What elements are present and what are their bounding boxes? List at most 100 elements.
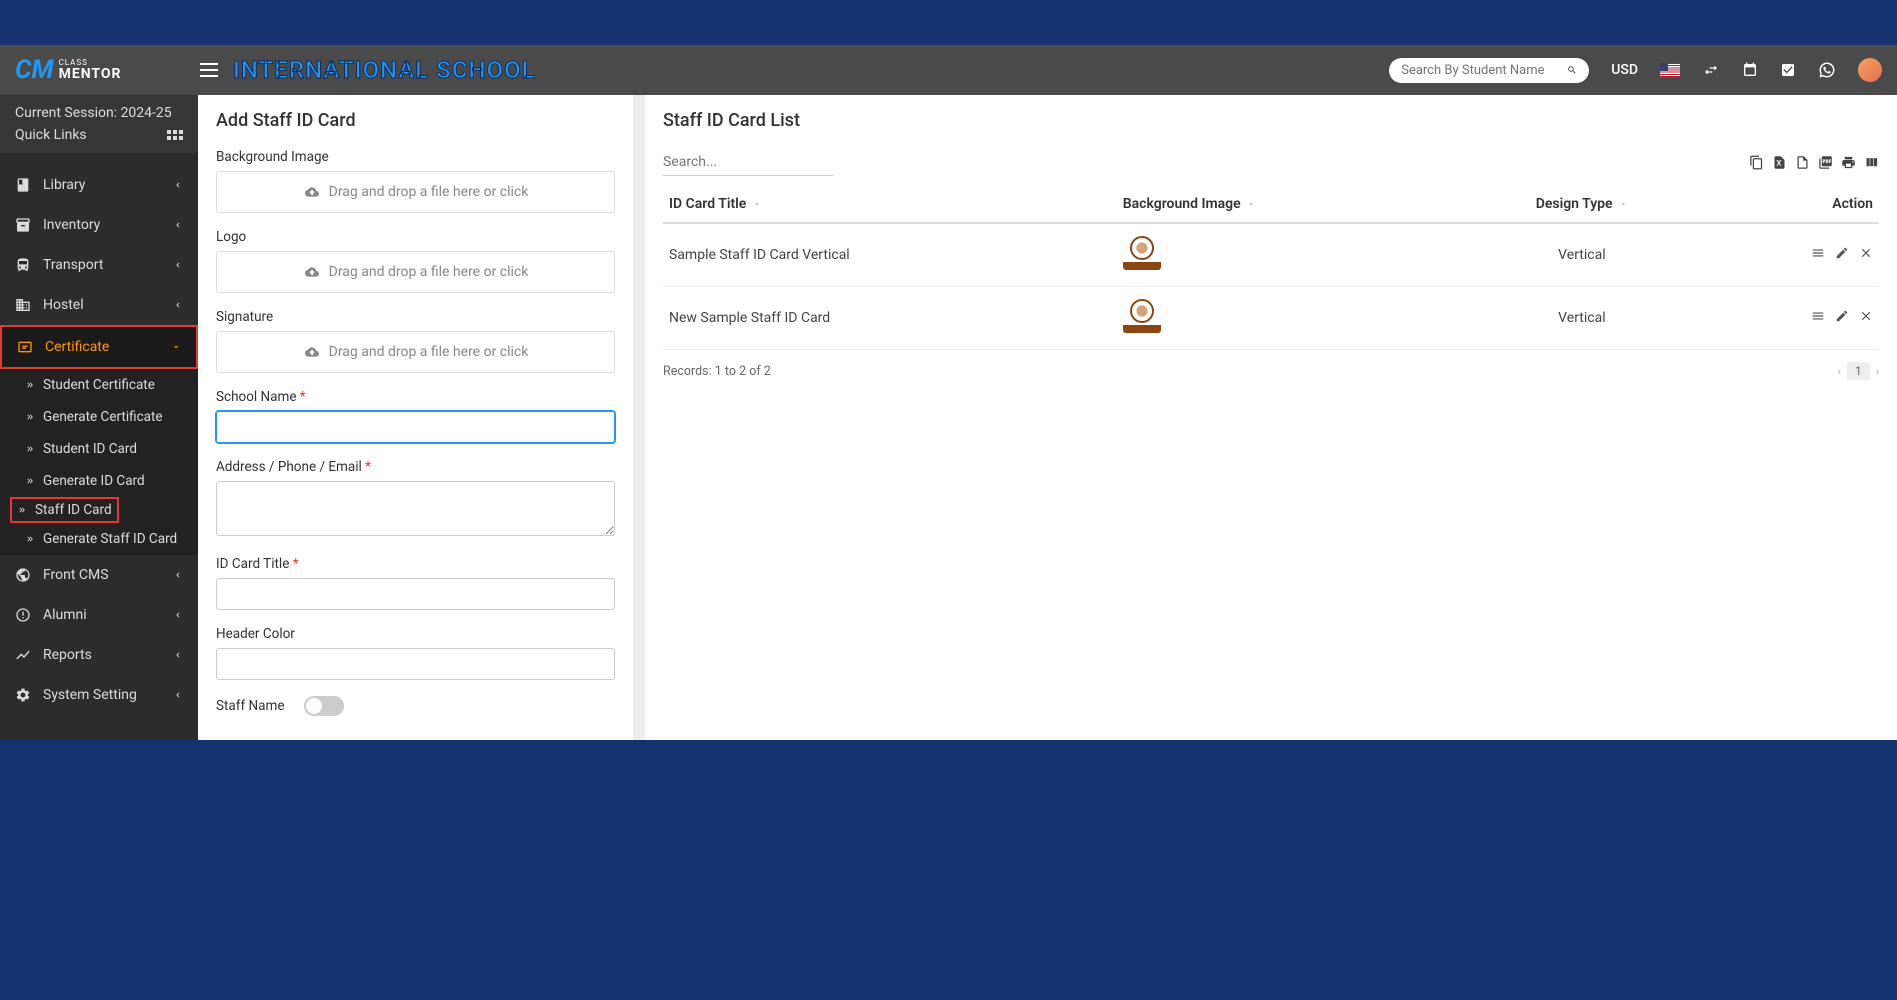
- sidebar-item-transport[interactable]: Transport: [0, 245, 198, 285]
- chevron-left-icon: [173, 650, 183, 660]
- pager-prev[interactable]: ‹: [1838, 365, 1841, 378]
- cell-bg: [1117, 223, 1459, 287]
- hamburger-icon[interactable]: [200, 63, 218, 77]
- sidebar-item-hostel[interactable]: Hostel: [0, 285, 198, 325]
- bg-image-label: Background Image: [216, 149, 615, 165]
- edit-icon[interactable]: [1835, 309, 1849, 323]
- print-icon[interactable]: [1841, 155, 1856, 170]
- cell-bg: [1117, 287, 1459, 350]
- chevron-left-icon: [173, 180, 183, 190]
- bus-icon: [15, 257, 31, 273]
- header-color-input[interactable]: [216, 648, 615, 680]
- sidebar-item-inventory[interactable]: Inventory: [0, 205, 198, 245]
- address-input[interactable]: [216, 481, 615, 536]
- csv-icon[interactable]: [1795, 155, 1810, 170]
- sidebar-item-front-cms[interactable]: Front CMS: [0, 555, 198, 595]
- chevron-left-icon: [173, 300, 183, 310]
- cogs-icon: [15, 687, 31, 703]
- staff-name-label: Staff Name: [216, 698, 284, 714]
- cell-design: Vertical: [1459, 223, 1705, 287]
- sub-student-id-card[interactable]: Student ID Card: [0, 433, 198, 465]
- school-title: INTERNATIONAL SCHOOL: [233, 56, 536, 84]
- search-input[interactable]: [1401, 63, 1567, 78]
- staff-name-toggle[interactable]: [304, 696, 344, 716]
- header-color-label: Header Color: [216, 626, 615, 642]
- sidebar-item-system-setting[interactable]: System Setting: [0, 675, 198, 715]
- building-icon: [15, 297, 31, 313]
- double-chevron-icon: [25, 444, 35, 454]
- form-title: Add Staff ID Card: [216, 110, 615, 131]
- col-title[interactable]: ID Card Title: [663, 186, 1117, 223]
- bottom-navy-bar: [0, 740, 1897, 1000]
- cell-title: Sample Staff ID Card Vertical: [663, 223, 1117, 287]
- cell-design: Vertical: [1459, 287, 1705, 350]
- calendar-icon[interactable]: [1742, 62, 1758, 78]
- app-logo: CM CLASS MENTOR: [15, 55, 200, 85]
- menu-icon[interactable]: [1811, 309, 1825, 323]
- bg-image-dropzone[interactable]: Drag and drop a file here or click: [216, 171, 615, 213]
- cloud-upload-icon: [303, 185, 321, 199]
- session-text: Current Session: 2024-25: [15, 105, 183, 121]
- col-bg[interactable]: Background Image: [1117, 186, 1459, 223]
- signature-label: Signature: [216, 309, 615, 325]
- double-chevron-icon: [25, 476, 35, 486]
- sidebar-item-reports[interactable]: Reports: [0, 635, 198, 675]
- swap-icon[interactable]: [1702, 62, 1720, 78]
- flag-icon[interactable]: [1660, 63, 1680, 77]
- checkbox-icon[interactable]: [1780, 62, 1796, 78]
- cloud-upload-icon: [303, 345, 321, 359]
- sub-generate-id-card[interactable]: Generate ID Card: [0, 465, 198, 497]
- pager-page[interactable]: 1: [1847, 362, 1870, 380]
- cloud-upload-icon: [303, 265, 321, 279]
- school-name-label: School Name *: [216, 389, 615, 405]
- sub-generate-staff-id-card[interactable]: Generate Staff ID Card: [0, 523, 198, 555]
- double-chevron-icon: [25, 534, 35, 544]
- student-search-box[interactable]: [1389, 58, 1589, 83]
- delete-icon[interactable]: [1859, 246, 1873, 260]
- list-panel: Staff ID Card List ID: [645, 95, 1897, 740]
- pdf-icon[interactable]: [1818, 155, 1833, 170]
- cell-title: New Sample Staff ID Card: [663, 287, 1117, 350]
- search-icon[interactable]: [1567, 63, 1577, 77]
- records-text: Records: 1 to 2 of 2: [663, 364, 771, 379]
- sidebar-item-alumni[interactable]: Alumni: [0, 595, 198, 635]
- id-title-input[interactable]: [216, 578, 615, 610]
- double-chevron-icon: [25, 412, 35, 422]
- sub-staff-id-card[interactable]: Staff ID Card: [10, 497, 119, 523]
- quick-links[interactable]: Quick Links: [15, 127, 183, 143]
- menu-icon[interactable]: [1811, 246, 1825, 260]
- currency-selector[interactable]: USD: [1611, 62, 1638, 78]
- chevron-left-icon: [173, 260, 183, 270]
- signature-dropzone[interactable]: Drag and drop a file here or click: [216, 331, 615, 373]
- chevron-left-icon: [173, 220, 183, 230]
- edit-icon[interactable]: [1835, 246, 1849, 260]
- list-title: Staff ID Card List: [663, 110, 1879, 131]
- book-icon: [15, 177, 31, 193]
- sidebar-item-certificate[interactable]: Certificate: [0, 325, 198, 369]
- columns-icon[interactable]: [1864, 155, 1879, 170]
- sub-generate-certificate[interactable]: Generate Certificate: [0, 401, 198, 433]
- grid-icon: [167, 130, 183, 140]
- col-design[interactable]: Design Type: [1459, 186, 1705, 223]
- excel-icon[interactable]: [1772, 155, 1787, 170]
- pager-next[interactable]: ›: [1876, 365, 1879, 378]
- logo-dropzone[interactable]: Drag and drop a file here or click: [216, 251, 615, 293]
- copy-icon[interactable]: [1749, 155, 1764, 170]
- chart-icon: [15, 647, 31, 663]
- school-name-input[interactable]: [216, 411, 615, 443]
- whatsapp-icon[interactable]: [1818, 61, 1836, 79]
- logo-label: Logo: [216, 229, 615, 245]
- pager: ‹ 1 ›: [1838, 362, 1879, 380]
- logo-icon: CM: [15, 55, 54, 85]
- table-row: New Sample Staff ID Card Vertical: [663, 287, 1879, 350]
- chevron-left-icon: [173, 690, 183, 700]
- list-search-input[interactable]: [663, 149, 833, 176]
- double-chevron-icon: [25, 380, 35, 390]
- header-bar: CM CLASS MENTOR INTERNATIONAL SCHOOL USD: [0, 45, 1897, 95]
- user-avatar[interactable]: [1858, 58, 1882, 82]
- sidebar-item-library[interactable]: Library: [0, 165, 198, 205]
- delete-icon[interactable]: [1859, 309, 1873, 323]
- globe-icon: [15, 607, 31, 623]
- chevron-left-icon: [173, 570, 183, 580]
- sub-student-certificate[interactable]: Student Certificate: [0, 369, 198, 401]
